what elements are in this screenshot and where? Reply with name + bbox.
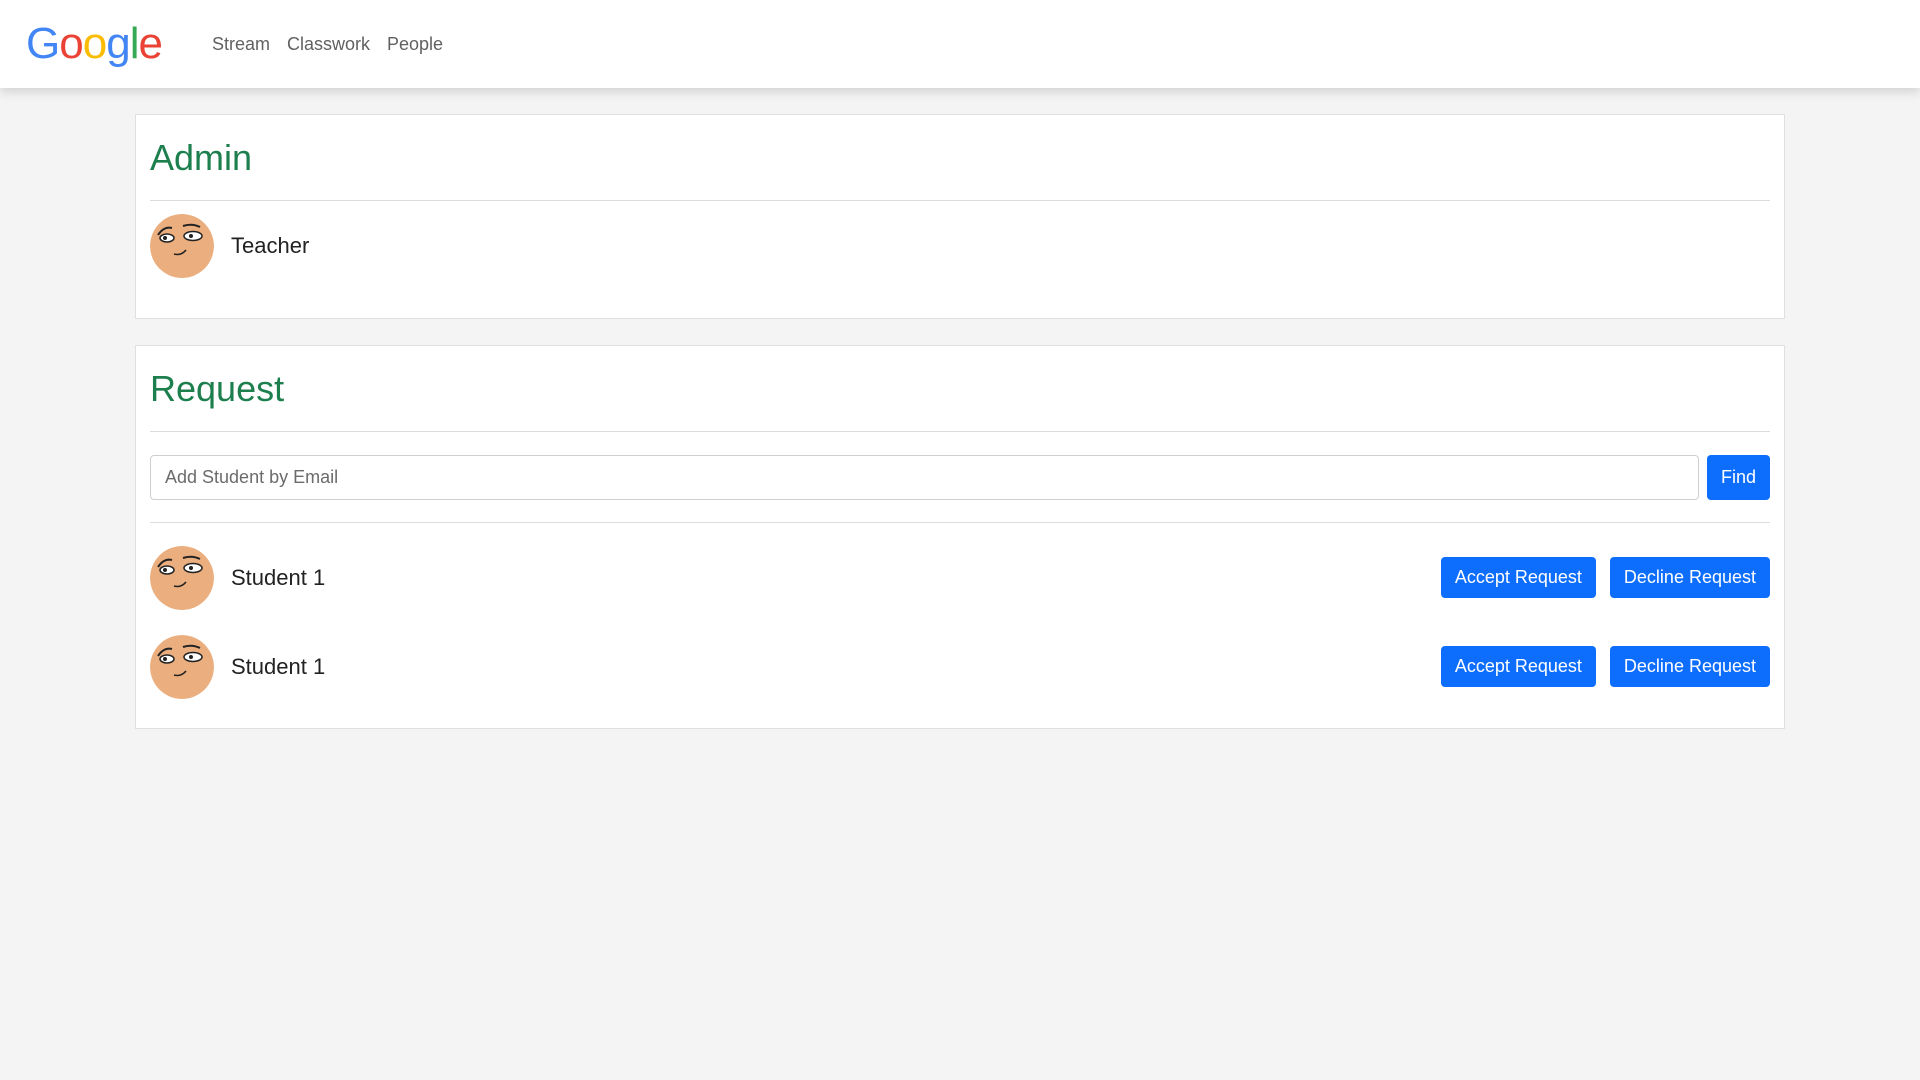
- accept-request-button[interactable]: Accept Request: [1440, 646, 1596, 687]
- logo-letter: G: [26, 19, 60, 68]
- nav-link-classwork[interactable]: Classwork: [287, 34, 370, 55]
- find-button[interactable]: Find: [1707, 454, 1770, 500]
- add-student-email-input[interactable]: [150, 454, 1700, 500]
- logo-letter: o: [59, 19, 84, 68]
- logo-letter: l: [129, 19, 140, 68]
- face-avatar-icon: [150, 213, 214, 278]
- admin-title: Admin: [150, 115, 1770, 201]
- student-name: Student 1: [231, 564, 326, 590]
- face-avatar-icon: [150, 634, 214, 699]
- admin-person-row: Teacher: [150, 201, 1770, 290]
- google-logo[interactable]: G o o g l e: [26, 19, 163, 68]
- top-navbar: G o o g l e Stream Classwork People: [0, 0, 1920, 88]
- nav-link-stream[interactable]: Stream: [212, 34, 270, 55]
- student-name: Student 1: [231, 653, 326, 679]
- request-title: Request: [150, 346, 1770, 432]
- request-actions: Accept Request Decline Request: [1440, 646, 1770, 687]
- face-avatar-icon: [150, 545, 214, 610]
- logo-letter: g: [106, 19, 131, 68]
- add-student-search: Find: [150, 432, 1770, 523]
- request-actions: Accept Request Decline Request: [1440, 557, 1770, 598]
- request-row: Student 1 Accept Request Decline Request: [150, 533, 1770, 622]
- request-list: Student 1 Accept Request Decline Request: [150, 523, 1770, 711]
- logo-letter: e: [138, 19, 163, 68]
- request-card: Request Find Student 1 Accept Reques: [135, 345, 1785, 729]
- decline-request-button[interactable]: Decline Request: [1609, 646, 1770, 687]
- logo-letter: o: [82, 19, 108, 68]
- nav-links: Stream Classwork People: [212, 34, 460, 55]
- accept-request-button[interactable]: Accept Request: [1440, 557, 1596, 598]
- admin-card: Admin Teacher: [135, 114, 1785, 319]
- admin-person-name: Teacher: [231, 232, 310, 258]
- request-row: Student 1 Accept Request Decline Request: [150, 622, 1770, 711]
- nav-link-people[interactable]: People: [387, 34, 443, 55]
- decline-request-button[interactable]: Decline Request: [1609, 557, 1770, 598]
